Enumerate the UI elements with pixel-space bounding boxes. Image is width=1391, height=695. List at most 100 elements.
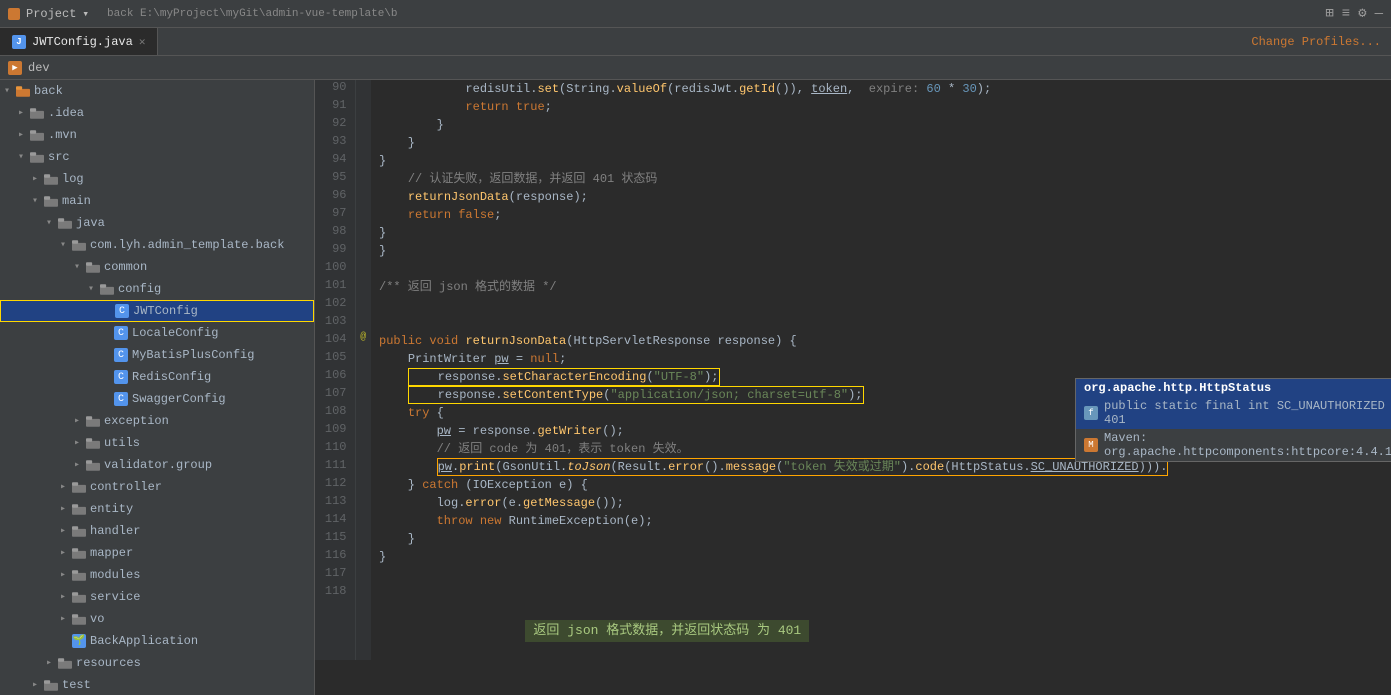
sidebar-item-test[interactable]: test (0, 674, 314, 695)
line-num-107: 107 (315, 386, 355, 404)
sidebar-label-localeconfig: LocaleConfig (132, 326, 218, 340)
sidebar-item-service[interactable]: service (0, 586, 314, 608)
sidebar-label-jwtconfig: JWTConfig (133, 304, 198, 318)
sidebar-item-mybatisplusconfig[interactable]: C MyBatisPlusConfig (0, 344, 314, 366)
line-num-98: 98 (315, 224, 355, 242)
gutter-97 (355, 206, 371, 224)
gutter-107 (355, 386, 371, 404)
line-num-99: 99 (315, 242, 355, 260)
line-code-91: return true; (371, 98, 1391, 116)
gutter-111 (355, 458, 371, 476)
sidebar-item-validator[interactable]: validator.group (0, 454, 314, 476)
change-profiles-button[interactable]: Change Profiles... (1251, 28, 1391, 55)
sidebar-item-localeconfig[interactable]: C LocaleConfig (0, 322, 314, 344)
tab-label: JWTConfig.java (32, 35, 133, 49)
sidebar-item-handler[interactable]: handler (0, 520, 314, 542)
sidebar-item-com[interactable]: com.lyh.admin_template.back (0, 234, 314, 256)
code-line-101: 101 /** 返回 json 格式的数据 */ (315, 278, 1391, 296)
sidebar-label-redisconfig: RedisConfig (132, 370, 211, 384)
line-code-114: throw new RuntimeException(e); (371, 512, 1391, 530)
gutter-112 (355, 476, 371, 494)
sidebar-item-redisconfig[interactable]: C RedisConfig (0, 366, 314, 388)
folder-icon-common (86, 262, 100, 273)
gutter-92 (355, 116, 371, 134)
sidebar-item-src[interactable]: src (0, 146, 314, 168)
sidebar-item-utils[interactable]: utils (0, 432, 314, 454)
sidebar-label-service: service (90, 590, 140, 604)
sidebar-item-vo[interactable]: vo (0, 608, 314, 630)
autocomplete-row-0[interactable]: f public static final int SC_UNAUTHORIZE… (1076, 397, 1391, 429)
sidebar-item-mapper[interactable]: mapper (0, 542, 314, 564)
tab-jwtconfig[interactable]: J JWTConfig.java ✕ (0, 28, 158, 55)
sidebar-item-config[interactable]: config (0, 278, 314, 300)
folder-icon-main (44, 196, 58, 207)
top-bar-actions: ⊞ ≡ ⚙ — (1325, 5, 1383, 22)
arrow-back (4, 85, 16, 97)
line-num-90: 90 (315, 80, 355, 98)
line-num-ann (315, 602, 355, 660)
folder-icon-validator (86, 460, 100, 471)
java-spring-icon-backapplication: 🌱 (72, 634, 86, 648)
sidebar-item-exception[interactable]: exception (0, 410, 314, 432)
autocomplete-row-1[interactable]: M Maven: org.apache.httpcomponents:httpc… (1076, 429, 1391, 461)
line-code-115: } (371, 530, 1391, 548)
sidebar-item-controller[interactable]: controller (0, 476, 314, 498)
sidebar-label-config: config (118, 282, 161, 296)
sidebar-item-common[interactable]: common (0, 256, 314, 278)
line-num-106: 106 (315, 368, 355, 386)
project-dropdown[interactable]: ▾ (82, 7, 89, 21)
gutter-98 (355, 224, 371, 242)
sidebar-item-entity[interactable]: entity (0, 498, 314, 520)
grid-icon[interactable]: ⊞ (1325, 5, 1333, 22)
arrow-idea (18, 107, 30, 119)
sidebar-item-backapplication[interactable]: 🌱 BackApplication (0, 630, 314, 652)
code-editor[interactable]: 90 redisUtil.set(String.valueOf(redisJwt… (315, 80, 1391, 695)
folder-icon-mvn (30, 130, 44, 141)
tab-bar: J JWTConfig.java ✕ Change Profiles... (0, 28, 1391, 56)
tab-close-button[interactable]: ✕ (139, 35, 146, 49)
sidebar-item-modules[interactable]: modules (0, 564, 314, 586)
line-num-92: 92 (315, 116, 355, 134)
java-icon-localeconfig: C (114, 326, 128, 340)
gutter-116 (355, 548, 371, 566)
sidebar-item-jwtconfig[interactable]: C JWTConfig (0, 300, 314, 322)
sidebar-item-idea[interactable]: .idea (0, 102, 314, 124)
sidebar-item-log[interactable]: log (0, 168, 314, 190)
sidebar-item-main[interactable]: main (0, 190, 314, 212)
folder-icon-test (44, 680, 58, 691)
line-num-102: 102 (315, 296, 355, 314)
sidebar-label-main: main (62, 194, 91, 208)
gear-icon[interactable]: ⚙ (1358, 5, 1366, 22)
list-icon[interactable]: ≡ (1342, 6, 1350, 22)
sidebar-item-swaggerconfig[interactable]: C SwaggerConfig (0, 388, 314, 410)
folder-icon-log (44, 174, 58, 185)
line-num-112: 112 (315, 476, 355, 494)
gutter-93 (355, 134, 371, 152)
line-code-93: } (371, 134, 1391, 152)
sidebar-label-entity: entity (90, 502, 133, 516)
line-num-118: 118 (315, 584, 355, 602)
code-line-118: 118 (315, 584, 1391, 602)
sidebar-item-mvn[interactable]: .mvn (0, 124, 314, 146)
line-num-97: 97 (315, 206, 355, 224)
line-code-102 (371, 296, 1391, 314)
gutter-110 (355, 440, 371, 458)
sidebar-label-controller: controller (90, 480, 162, 494)
line-num-103: 103 (315, 314, 355, 332)
sidebar-label-vo: vo (90, 612, 104, 626)
gutter-102 (355, 296, 371, 314)
code-line-99: 99 } (315, 242, 1391, 260)
java-icon-mybatisplusconfig: C (114, 348, 128, 362)
sidebar-item-java[interactable]: java (0, 212, 314, 234)
line-num-113: 113 (315, 494, 355, 512)
line-num-110: 110 (315, 440, 355, 458)
arrow-vo (60, 613, 72, 625)
annotation-text-cell: 返回 json 格式数据，并返回状态码 为 401 (371, 602, 1391, 660)
minus-icon[interactable]: — (1375, 6, 1383, 22)
sidebar-item-resources[interactable]: resources (0, 652, 314, 674)
arrow-service (60, 591, 72, 603)
sidebar-item-back[interactable]: back (0, 80, 314, 102)
autocomplete-header: org.apache.http.HttpStatus (1076, 379, 1391, 397)
line-num-115: 115 (315, 530, 355, 548)
line-code-112: } catch (IOException e) { (371, 476, 1391, 494)
